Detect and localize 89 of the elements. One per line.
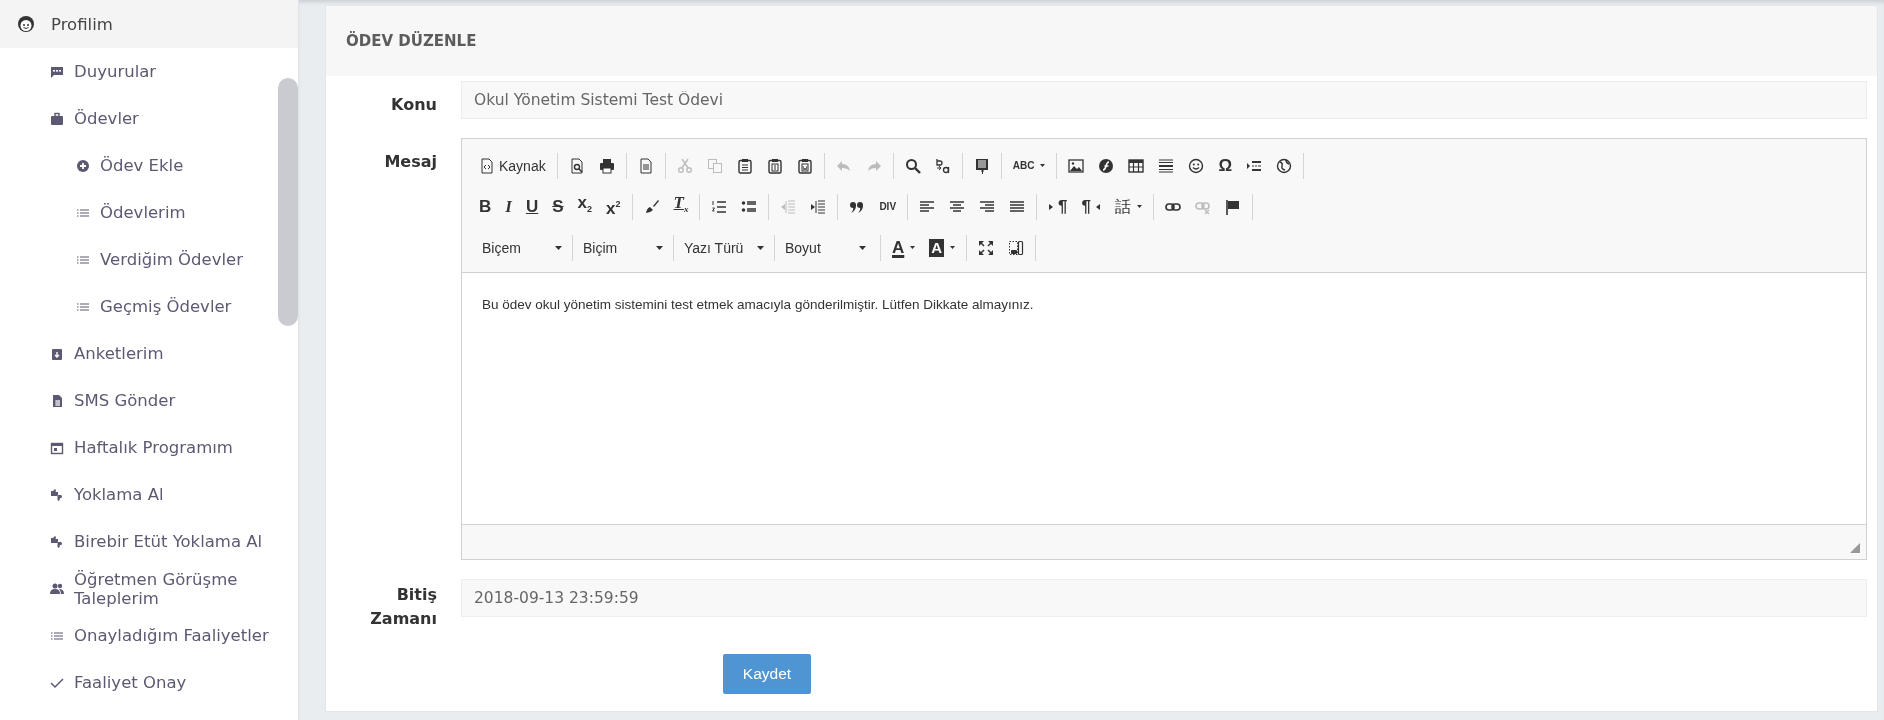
sidebar-item[interactable]: Ödevlerim: [0, 189, 272, 236]
clipboard-icon: [736, 157, 753, 174]
message-text: Bu ödev okul yönetim sistemini test etmek amacıyla gönderilmiştir. Lütfen Dikkate almayınız.: [482, 297, 1035, 312]
toolbar-button[interactable]: Kaynak: [472, 152, 553, 179]
people-icon: [50, 581, 64, 596]
thumbs-icon: [50, 487, 64, 502]
dropdown[interactable]: Biçim: [573, 234, 674, 261]
brush-icon: [643, 198, 660, 215]
toolbar-button[interactable]: x$^{2}$: [599, 193, 628, 220]
clipboard-icon: [50, 346, 64, 361]
sidebar-item[interactable]: Anketlerim: [0, 330, 272, 377]
align-center-icon: [949, 198, 966, 215]
print-icon: [598, 157, 615, 174]
sidebar-item[interactable]: Ödevler: [0, 95, 272, 142]
message-icon: [50, 64, 64, 79]
toolbar-button[interactable]: S: [545, 193, 571, 220]
toolbar-button[interactable]: ¶: [1041, 193, 1075, 220]
preview-icon: [568, 157, 585, 174]
sidebar-item[interactable]: Birebir Etüt Yoklama Al: [0, 518, 272, 565]
toolbar-button[interactable]: U: [518, 193, 546, 220]
triangle-icon: [1096, 203, 1100, 210]
caret-icon: [555, 245, 562, 250]
deadline-field[interactable]: 2018-09-13 23:59:59: [461, 579, 1867, 617]
subject-field[interactable]: Okul Yönetim Sistemi Test Ödevi: [461, 81, 1867, 119]
replace-icon: [934, 157, 951, 174]
sim-card-icon: [50, 393, 64, 408]
toolbar-button[interactable]: I: [498, 193, 519, 220]
triangle-icon: [1049, 203, 1054, 210]
briefcase-icon: [50, 111, 64, 126]
search-icon: [904, 157, 921, 174]
bulleted-list-icon: [741, 198, 758, 215]
caret-icon: [859, 245, 866, 250]
flash-icon: [1098, 157, 1115, 174]
caret-icon: [757, 245, 764, 250]
clipboard-icon: [796, 157, 813, 174]
sidebar-item[interactable]: Onayladığım Faaliyetler: [0, 612, 272, 659]
sidebar-item[interactable]: Yoklama Al: [0, 471, 272, 518]
maximize-icon: [978, 239, 995, 256]
toolbar-button[interactable]: x$_{2}$: [570, 193, 599, 220]
toolbar-button[interactable]: Ω: [1211, 152, 1239, 179]
face-icon: [17, 15, 35, 33]
toolbar-button[interactable]: A: [922, 234, 963, 261]
document-icon: [637, 157, 654, 174]
scrollbar-thumb[interactable]: [278, 78, 298, 326]
smiley-icon: [1188, 157, 1205, 174]
indent-icon: [810, 198, 827, 215]
clipboard-icon: [766, 157, 783, 174]
thumbs-icon: [50, 534, 64, 549]
numbered-list-icon: [711, 198, 728, 215]
outdent-icon: [780, 198, 797, 215]
field-label: Konu: [390, 94, 437, 116]
align-left-icon: [919, 198, 936, 215]
panel-title: ÖDEV DÜZENLE: [346, 32, 477, 50]
sidebar-item[interactable]: Öğretmen Görüşme Taleplerim: [0, 565, 272, 612]
resize-grip-icon[interactable]: [1850, 543, 1860, 553]
calendar-icon: [50, 440, 64, 455]
sidebar-item[interactable]: Ödev Ekle: [0, 142, 272, 189]
sidebar-item[interactable]: Geçmiş Ödevler: [0, 283, 272, 330]
toolbar-button[interactable]: 話: [1108, 193, 1149, 220]
dropdown[interactable]: Boyut: [775, 234, 876, 261]
field-label: Bitiş Zamanı: [369, 584, 437, 630]
toolbar-button[interactable]: B: [472, 193, 499, 220]
align-right-icon: [979, 198, 996, 215]
sidebar-item[interactable]: Duyurular: [0, 48, 272, 95]
caret-icon: [656, 245, 663, 250]
toolbar-button[interactable]: ABC: [1005, 152, 1053, 179]
source-icon: [479, 157, 495, 174]
sidebar-item[interactable]: Haftalık Programım: [0, 424, 272, 471]
dropdown[interactable]: Biçem: [472, 234, 573, 261]
copy-icon: [706, 157, 723, 174]
toolbar-button[interactable]: A: [885, 234, 923, 261]
dropdown[interactable]: Yazı Türü: [674, 234, 775, 261]
sidebar-item[interactable]: Faaliyet Onay: [0, 659, 272, 706]
field-label: Mesaj: [383, 151, 437, 173]
globe-icon: [1276, 157, 1292, 174]
scissors-icon: [676, 157, 693, 174]
show-blocks-icon: [1008, 239, 1025, 256]
horizontal-lines-icon: [1158, 157, 1175, 174]
toolbar-button[interactable]: T$_{x}$: [666, 193, 696, 220]
justify-icon: [1009, 198, 1026, 215]
sidebar-item[interactable]: SMS Gönder: [0, 377, 272, 424]
toolbar-button[interactable]: ¶: [1074, 193, 1108, 220]
checkmark-icon: [50, 675, 64, 690]
plus-circle-icon: [76, 158, 90, 173]
image-icon: [1068, 157, 1085, 174]
table-icon: [1128, 157, 1145, 174]
toolbar-button[interactable]: DIV: [872, 193, 904, 220]
flag-icon: [1225, 198, 1241, 215]
sidebar-item[interactable]: Verdiğim Ödevler: [0, 236, 272, 283]
